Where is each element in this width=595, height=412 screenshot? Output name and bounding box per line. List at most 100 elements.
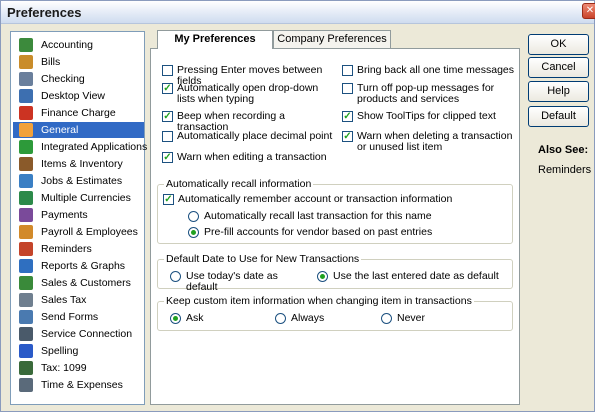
- checkbox[interactable]: [342, 83, 353, 94]
- sales-customers-icon: [19, 276, 33, 290]
- sidebar-item-items-inventory[interactable]: Items & Inventory: [13, 156, 144, 172]
- radio-label: Use today's date as default: [186, 270, 278, 293]
- spelling-icon: [19, 344, 33, 358]
- recall-group: Automatically recall information ✓ Autom…: [157, 178, 513, 244]
- sidebar-item-time-expenses[interactable]: Time & Expenses: [13, 377, 144, 393]
- tab-my-preferences[interactable]: My Preferences: [157, 30, 273, 49]
- last-entered-date-option[interactable]: Use the last entered date as default: [317, 271, 512, 282]
- checkbox[interactable]: [342, 65, 353, 76]
- recall-last-transaction-option[interactable]: Automatically recall last transaction fo…: [188, 211, 488, 222]
- custom-item-always-option[interactable]: Always: [275, 313, 345, 324]
- default-button[interactable]: Default: [528, 106, 589, 127]
- close-button[interactable]: ✕: [582, 3, 595, 19]
- checkbox[interactable]: ✓: [162, 83, 173, 94]
- radio-button[interactable]: [170, 313, 181, 324]
- sidebar-item-label: Reminders: [41, 243, 92, 255]
- radio-button[interactable]: [317, 271, 328, 282]
- custom-item-ask-option[interactable]: Ask: [170, 313, 230, 324]
- cancel-button[interactable]: Cancel: [528, 57, 589, 78]
- custom-item-group: Keep custom item information when changi…: [157, 295, 513, 331]
- preferences-category-list: Accounting Bills Checking Desktop View F…: [10, 31, 148, 405]
- checkbox[interactable]: [162, 131, 173, 142]
- checkbox[interactable]: [162, 65, 173, 76]
- sidebar-item-label: Desktop View: [41, 90, 106, 102]
- pref-turn-off-popups[interactable]: Turn off pop-up messages for products an…: [342, 83, 514, 105]
- checkbox-label: Show ToolTips for clipped text: [357, 110, 496, 122]
- sidebar-item-sales-tax[interactable]: Sales Tax: [13, 292, 144, 308]
- radio-button[interactable]: [170, 271, 181, 282]
- radio-button[interactable]: [381, 313, 392, 324]
- pref-remember-info[interactable]: ✓ Automatically remember account or tran…: [163, 194, 508, 205]
- tab-label: Company Preferences: [277, 33, 387, 45]
- checkbox[interactable]: ✓: [342, 111, 353, 122]
- sidebar-item-accounting[interactable]: Accounting: [13, 37, 144, 53]
- sidebar-item-jobs-estimates[interactable]: Jobs & Estimates: [13, 173, 144, 189]
- radio-button[interactable]: [188, 211, 199, 222]
- custom-item-never-option[interactable]: Never: [381, 313, 451, 324]
- sidebar-item-label: Finance Charge: [41, 107, 116, 119]
- group-title: Keep custom item information when changi…: [164, 295, 474, 307]
- today-date-option[interactable]: Use today's date as default: [170, 271, 310, 293]
- prefill-accounts-option[interactable]: Pre-fill accounts for vendor based on pa…: [188, 227, 488, 238]
- tab-label: My Preferences: [174, 33, 256, 45]
- sidebar-item-finance-charge[interactable]: Finance Charge: [13, 105, 144, 121]
- tax-1099-icon: [19, 361, 33, 375]
- checkbox[interactable]: ✓: [342, 131, 353, 142]
- time-expenses-icon: [19, 378, 33, 392]
- close-icon: ✕: [585, 5, 595, 16]
- radio-label: Ask: [186, 312, 204, 324]
- sidebar-item-tax-1099[interactable]: Tax: 1099: [13, 360, 144, 376]
- sidebar-item-payroll-employees[interactable]: Payroll & Employees: [13, 224, 144, 240]
- sidebar-item-sales-customers[interactable]: Sales & Customers: [13, 275, 144, 291]
- send-forms-icon: [19, 310, 33, 324]
- sidebar-item-label: Sales Tax: [41, 294, 87, 306]
- checkbox-label: Turn off pop-up messages for products an…: [357, 82, 495, 105]
- pref-warn-deleting[interactable]: ✓ Warn when deleting a transaction or un…: [342, 131, 517, 153]
- sidebar-item-checking[interactable]: Checking: [13, 71, 144, 87]
- jobs-estimates-icon: [19, 174, 33, 188]
- sidebar-item-label: Time & Expenses: [41, 379, 123, 391]
- sidebar-item-reports-graphs[interactable]: Reports & Graphs: [13, 258, 144, 274]
- checkbox[interactable]: ✓: [163, 194, 174, 205]
- sidebar-item-multiple-currencies[interactable]: Multiple Currencies: [13, 190, 144, 206]
- radio-label: Always: [291, 312, 325, 324]
- pref-open-dropdown-lists[interactable]: ✓ Automatically open drop-down lists whe…: [162, 83, 332, 105]
- radio-button[interactable]: [275, 313, 286, 324]
- multiple-currencies-icon: [19, 191, 33, 205]
- checkbox-label: Automatically open drop-down lists when …: [177, 82, 319, 105]
- sidebar-item-integrated-applications[interactable]: Integrated Applications: [13, 139, 148, 155]
- sidebar-item-label: Checking: [41, 73, 85, 85]
- sidebar-item-label: Jobs & Estimates: [41, 175, 123, 187]
- group-title: Default Date to Use for New Transactions: [164, 253, 362, 265]
- also-see-heading: Also See:: [538, 144, 589, 156]
- preferences-window: Preferences ✕ Accounting Bills Checking …: [0, 0, 595, 412]
- sidebar-item-general[interactable]: General: [13, 122, 144, 138]
- sidebar-item-service-connection[interactable]: Service Connection: [13, 326, 144, 342]
- sidebar-item-reminders[interactable]: Reminders: [13, 241, 144, 257]
- also-see-reminders-link[interactable]: Reminders: [538, 164, 591, 176]
- checkbox[interactable]: ✓: [162, 111, 173, 122]
- tab-company-preferences[interactable]: Company Preferences: [273, 30, 391, 48]
- sidebar-item-label: Integrated Applications: [41, 141, 148, 153]
- pref-show-tooltips[interactable]: ✓ Show ToolTips for clipped text: [342, 111, 517, 122]
- sidebar-item-desktop-view[interactable]: Desktop View: [13, 88, 144, 104]
- pref-warn-editing[interactable]: ✓ Warn when editing a transaction: [162, 152, 337, 163]
- sidebar-item-label: Multiple Currencies: [41, 192, 131, 204]
- title-bar: Preferences ✕: [1, 1, 595, 24]
- sidebar-item-label: Reports & Graphs: [41, 260, 126, 272]
- pref-bring-back-messages[interactable]: Bring back all one time messages: [342, 65, 517, 76]
- help-button[interactable]: Help: [528, 81, 589, 102]
- sidebar-item-label: Service Connection: [41, 328, 133, 340]
- sidebar-item-send-forms[interactable]: Send Forms: [13, 309, 144, 325]
- sidebar-item-payments[interactable]: Payments: [13, 207, 144, 223]
- reports-graphs-icon: [19, 259, 33, 273]
- checkbox-label: Warn when deleting a transaction or unus…: [357, 130, 513, 153]
- radio-button[interactable]: [188, 227, 199, 238]
- checkbox[interactable]: ✓: [162, 152, 173, 163]
- sidebar-item-spelling[interactable]: Spelling: [13, 343, 144, 359]
- payments-icon: [19, 208, 33, 222]
- bills-icon: [19, 55, 33, 69]
- ok-button[interactable]: OK: [528, 34, 589, 55]
- sidebar-item-bills[interactable]: Bills: [13, 54, 144, 70]
- pref-decimal-point[interactable]: Automatically place decimal point: [162, 131, 337, 142]
